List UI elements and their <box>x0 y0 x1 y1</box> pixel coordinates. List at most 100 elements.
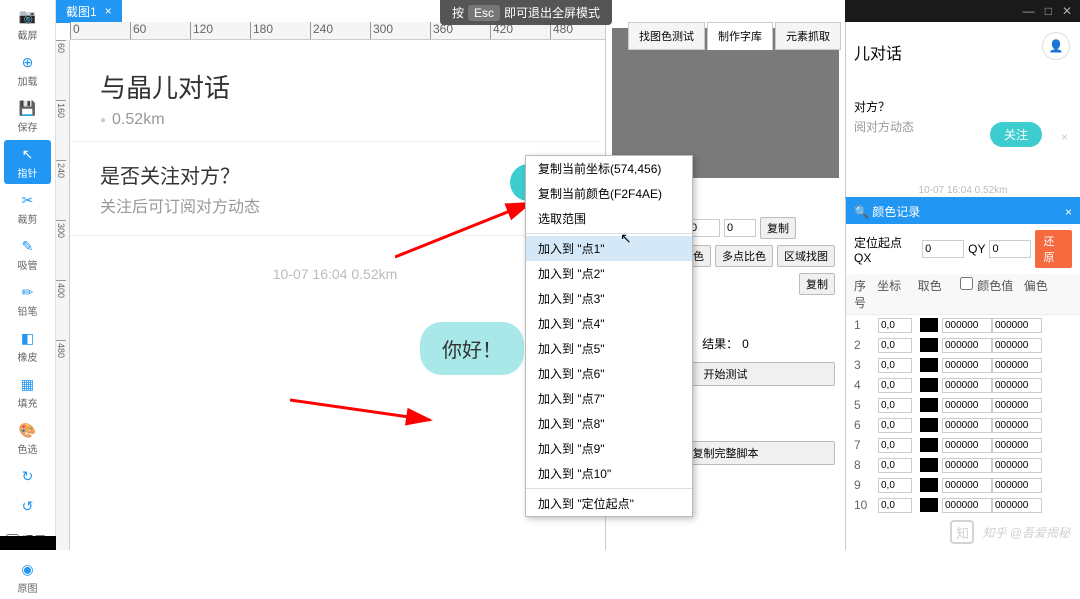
coord-input[interactable] <box>878 498 912 513</box>
mid-tab-2[interactable]: 元素抓取 <box>775 22 841 50</box>
tool-指针[interactable]: ↖指针 <box>4 140 51 184</box>
color-swatch[interactable] <box>920 378 938 392</box>
menu-add-point-7[interactable]: 加入到 "点7" <box>526 386 692 411</box>
max-icon[interactable]: □ <box>1045 4 1052 18</box>
menu-add-point-8[interactable]: 加入到 "点8" <box>526 411 692 436</box>
menu-add-point-9[interactable]: 加入到 "点9" <box>526 436 692 461</box>
result-label: 结果： <box>702 335 738 352</box>
close-icon[interactable]: ✕ <box>1062 4 1072 18</box>
follow-title: 是否关注对方？ <box>100 160 570 189</box>
hex-input[interactable] <box>942 318 992 333</box>
tool-rot10[interactable]: ↻ <box>4 462 51 490</box>
avatar-icon[interactable]: 👤 <box>1042 32 1070 60</box>
tool-色选[interactable]: 🎨色选 <box>4 416 51 460</box>
coord-input[interactable] <box>878 318 912 333</box>
tab-close-icon[interactable]: × <box>105 4 112 18</box>
color-swatch[interactable] <box>920 438 938 452</box>
color-swatch[interactable] <box>920 398 938 412</box>
color-panel-close-icon[interactable]: × <box>1065 205 1072 219</box>
coord-input[interactable] <box>878 458 912 473</box>
menu-add-point-6[interactable]: 加入到 "点6" <box>526 361 692 386</box>
color-swatch[interactable] <box>920 318 938 332</box>
hex-input[interactable] <box>942 438 992 453</box>
tab-screenshot1[interactable]: 截图1× <box>56 0 122 23</box>
dev-input[interactable] <box>992 438 1042 453</box>
qy-input[interactable] <box>989 240 1031 258</box>
copy-button[interactable]: 复制 <box>760 217 796 239</box>
dev-input[interactable] <box>992 478 1042 493</box>
hex-input[interactable] <box>942 338 992 353</box>
color-row: 3 <box>846 355 1080 375</box>
coord-input[interactable] <box>878 438 912 453</box>
color-swatch[interactable] <box>920 418 938 432</box>
color-swatch[interactable] <box>920 458 938 472</box>
menu-add-point-3[interactable]: 加入到 "点3" <box>526 286 692 311</box>
coord-input[interactable] <box>878 378 912 393</box>
coord-input[interactable] <box>878 338 912 353</box>
hex-input[interactable] <box>942 358 992 373</box>
hex-input[interactable] <box>942 398 992 413</box>
tool-吸管[interactable]: ✎吸管 <box>4 232 51 276</box>
original-button[interactable]: ◉原图 <box>4 555 51 599</box>
tool-rot11[interactable]: ↺ <box>4 492 51 520</box>
color-row: 10 <box>846 495 1080 515</box>
cursor-icon: ↖ <box>620 230 632 247</box>
dev-input[interactable] <box>992 418 1042 433</box>
hex-input[interactable] <box>942 418 992 433</box>
qx-input[interactable] <box>922 240 964 258</box>
dev-input[interactable] <box>992 378 1042 393</box>
menu-add-point-2[interactable]: 加入到 "点2" <box>526 261 692 286</box>
chat-header: 与晶儿对话 0.52km <box>70 40 600 141</box>
menu-select-range[interactable]: 选取范围 <box>526 206 692 231</box>
menu-copy-color[interactable]: 复制当前颜色(F2F4AE) <box>526 181 692 206</box>
dev-input[interactable] <box>992 458 1042 473</box>
multipoint-button[interactable]: 多点比色 <box>715 245 773 267</box>
copy2-button[interactable]: 复制 <box>799 273 835 295</box>
tool-保存[interactable]: 💾保存 <box>4 94 51 138</box>
bin-val-4[interactable] <box>724 219 756 237</box>
tool-填充[interactable]: ▦填充 <box>4 370 51 414</box>
color-row: 5 <box>846 395 1080 415</box>
rp-close-icon[interactable]: × <box>1061 130 1068 144</box>
mid-tab-0[interactable]: 找图色测试 <box>628 22 705 50</box>
menu-add-point-1[interactable]: 加入到 "点1" <box>526 236 692 261</box>
color-col-check[interactable] <box>960 277 973 290</box>
canvas-area[interactable]: 与晶儿对话 0.52km 是否关注对方？ 关注后可订阅对方动态 关注 10-07… <box>70 40 600 550</box>
hex-input[interactable] <box>942 458 992 473</box>
tool-铅笔[interactable]: ✏铅笔 <box>4 278 51 322</box>
coord-input[interactable] <box>878 358 912 373</box>
color-swatch[interactable] <box>920 478 938 492</box>
menu-copy-coord[interactable]: 复制当前坐标(574,456) <box>526 156 692 181</box>
hex-input[interactable] <box>942 498 992 513</box>
color-record-panel: 🔍 颜色记录 × 定位起点 QX QY 还原 序号 坐标 取色 颜色值 偏色 1… <box>845 197 1080 550</box>
dev-input[interactable] <box>992 498 1042 513</box>
dev-input[interactable] <box>992 358 1042 373</box>
tool-截屏[interactable]: 📷截屏 <box>4 2 51 46</box>
restore-button[interactable]: 还原 <box>1035 230 1072 268</box>
rp-title: 儿对话 <box>854 40 1072 64</box>
dev-input[interactable] <box>992 338 1042 353</box>
coord-input[interactable] <box>878 398 912 413</box>
dev-input[interactable] <box>992 318 1042 333</box>
mid-tab-1[interactable]: 制作字库 <box>707 22 773 50</box>
context-menu[interactable]: 复制当前坐标(574,456) 复制当前颜色(F2F4AE) 选取范围 加入到 … <box>525 155 693 517</box>
color-swatch[interactable] <box>920 498 938 512</box>
coord-input[interactable] <box>878 418 912 433</box>
hex-input[interactable] <box>942 378 992 393</box>
tool-裁剪[interactable]: ✂裁剪 <box>4 186 51 230</box>
rp-follow-button[interactable]: 关注 <box>990 122 1042 147</box>
tab-bar: 截图1× <box>56 0 122 22</box>
color-swatch[interactable] <box>920 338 938 352</box>
menu-add-point-5[interactable]: 加入到 "点5" <box>526 336 692 361</box>
dev-input[interactable] <box>992 398 1042 413</box>
tool-橡皮[interactable]: ◧橡皮 <box>4 324 51 368</box>
menu-add-anchor[interactable]: 加入到 "定位起点" <box>526 491 692 516</box>
min-icon[interactable]: — <box>1023 4 1035 18</box>
menu-add-point-10[interactable]: 加入到 "点10" <box>526 461 692 486</box>
color-swatch[interactable] <box>920 358 938 372</box>
hex-input[interactable] <box>942 478 992 493</box>
tool-加载[interactable]: ⊕加载 <box>4 48 51 92</box>
region-find-button[interactable]: 区域找图 <box>777 245 835 267</box>
menu-add-point-4[interactable]: 加入到 "点4" <box>526 311 692 336</box>
coord-input[interactable] <box>878 478 912 493</box>
